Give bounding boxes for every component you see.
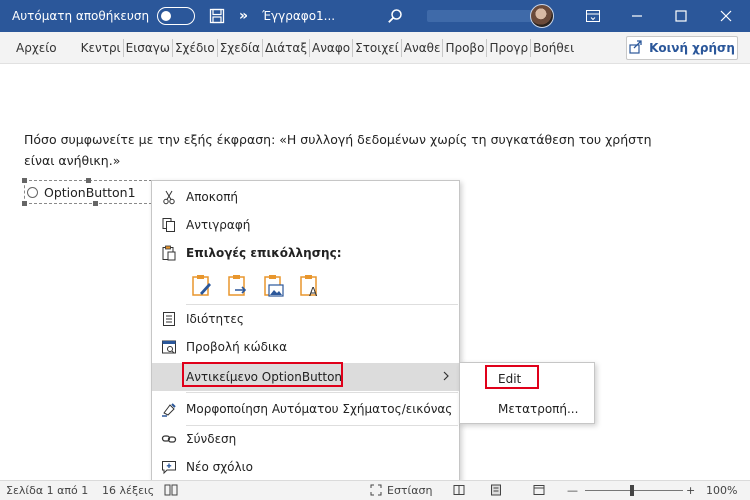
tab-view[interactable]: Προβο [443,32,486,64]
option-button-label: OptionButton1 [44,184,136,200]
print-layout-icon[interactable] [490,484,502,499]
tab-file[interactable]: Αρχείο [14,32,59,64]
menu-item-copy[interactable]: Αντιγραφή [152,211,459,239]
tab-references[interactable]: Αναφο [310,32,352,64]
avatar[interactable] [530,4,554,28]
document-title[interactable]: Έγγραφο1... [262,9,335,23]
tab-help[interactable]: Βοήθει [531,32,576,64]
title-bar: Αυτόματη αποθήκευση » Έγγραφο1... [0,0,750,32]
format-shape-icon [152,401,186,417]
menu-item-label: Ιδιότητες [186,312,244,326]
status-bar: Σελίδα 1 από 1 16 λέξεις Εστίαση — + 100… [0,480,750,500]
autosave-label: Αυτόματη αποθήκευση [12,9,150,23]
zoom-level[interactable]: 100% [706,484,737,497]
option-button-control[interactable]: OptionButton1 [24,180,152,204]
focus-label[interactable]: Εστίαση [387,484,432,497]
page-count[interactable]: Σελίδα 1 από 1 [6,484,88,497]
share-label: Κοινή χρήση [649,41,735,55]
menu-item-link[interactable]: Σύνδεση [152,425,459,453]
autosave-toggle[interactable] [157,7,196,25]
tab-design[interactable]: Σχεδία [218,32,262,64]
tab-insert[interactable]: Εισαγω [124,32,172,64]
more-icon[interactable]: » [239,8,248,24]
resize-handle[interactable] [93,201,98,206]
paste-keep-formatting-icon[interactable] [188,273,216,299]
menu-item-view-code[interactable]: Προβολή κώδικα [152,333,459,361]
menu-item-label: Αποκοπή [186,190,239,204]
comment-icon [152,459,186,475]
radio-icon[interactable] [27,186,38,198]
highlight-box [485,365,539,389]
share-button[interactable]: Κοινή χρήση [626,36,738,60]
resize-handle[interactable] [22,178,27,183]
resize-handle[interactable] [86,178,91,183]
scissors-icon [152,189,186,205]
optionbutton-submenu: Edit Μετατροπή... [459,362,595,424]
tab-review[interactable]: Αναθε [402,32,443,64]
highlight-box [182,362,343,387]
menu-item-cut[interactable]: Αποκοπή [152,183,459,211]
paste-picture-icon[interactable] [260,273,288,299]
search-icon[interactable] [387,8,403,24]
copy-icon [152,217,186,233]
menu-item-label: Νέο σχόλιο [186,460,254,474]
zoom-out-icon[interactable]: — [567,484,578,497]
account-name [427,10,538,22]
question-text: Πόσο συμφωνείτε με την εξής έκφραση: «Η … [24,129,664,171]
tab-layout[interactable]: Διάταξ [263,32,309,64]
menu-item-format-shape[interactable]: Μορφοποίηση Αυτόματου Σχήματος/εικόνας [152,395,459,423]
menu-item-new-comment[interactable]: Νέο σχόλιο [152,453,459,481]
focus-icon[interactable] [370,484,382,499]
menu-item-label: Αντιγραφή [186,218,251,232]
tab-developer[interactable]: Προγρ [487,32,530,64]
zoom-in-icon[interactable]: + [686,484,695,497]
menu-item-label: Σύνδεση [186,432,237,446]
paste-options-header: Επιλογές επικόλλησης: [152,239,459,267]
context-menu: Αποκοπή Αντιγραφή Επιλογές επικόλλησης: … [151,180,460,482]
tab-home[interactable]: Κεντρι [79,32,123,64]
view-code-icon [152,339,186,355]
paste-options-label: Επιλογές επικόλλησης: [186,246,342,260]
menu-item-label: Προβολή κώδικα [186,340,288,354]
menu-separator [186,392,458,393]
read-mode-icon[interactable] [453,484,465,499]
paste-merge-formatting-icon[interactable] [224,273,252,299]
close-icon[interactable] [704,0,748,32]
question-line: Πόσο συμφωνείτε με την εξής έκφραση: «Η … [24,132,652,147]
resize-handle[interactable] [22,201,27,206]
link-icon [152,431,186,447]
web-layout-icon[interactable] [533,484,545,499]
zoom-slider[interactable] [585,490,683,491]
menu-item-properties[interactable]: Ιδιότητες [152,305,459,333]
word-count[interactable]: 16 λέξεις [102,484,154,497]
submenu-item-convert[interactable]: Μετατροπή... [460,396,594,422]
minimize-icon[interactable] [615,0,659,32]
svg-text:A: A [309,285,318,298]
zoom-slider-thumb[interactable] [630,485,634,496]
proofing-icon[interactable] [164,484,178,499]
toggle-knob [161,10,172,21]
tab-draw[interactable]: Σχέδιο [173,32,217,64]
ribbon-display-icon[interactable] [571,0,615,32]
submenu-arrow-icon [442,370,450,384]
save-icon[interactable] [209,8,225,24]
question-line: είναι ανήθικη.» [24,153,121,168]
share-icon [629,39,643,57]
properties-icon [152,311,186,327]
restore-icon[interactable] [659,0,703,32]
tab-mailings[interactable]: Στοιχεί [353,32,401,64]
clipboard-icon [152,245,186,261]
paste-options-row: A [188,273,324,299]
submenu-item-label: Μετατροπή... [498,402,579,416]
menu-item-label: Μορφοποίηση Αυτόματου Σχήματος/εικόνας [186,402,453,416]
paste-text-only-icon[interactable]: A [296,273,324,299]
